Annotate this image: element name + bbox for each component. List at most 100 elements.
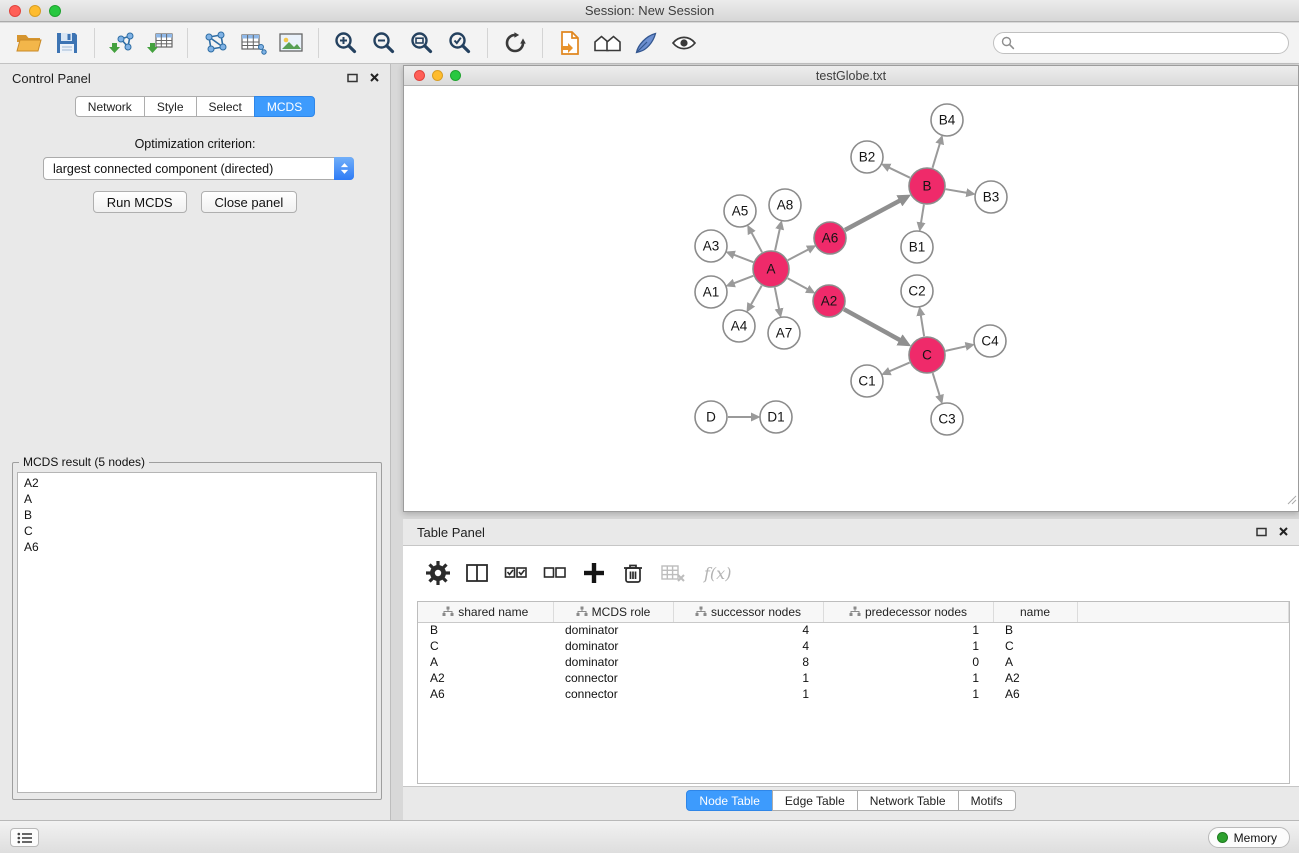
column-header-name[interactable]: name xyxy=(993,602,1077,622)
graph-node-B3[interactable]: B3 xyxy=(975,181,1007,213)
zoom-selected-button[interactable] xyxy=(441,26,479,60)
task-history-button[interactable] xyxy=(10,828,39,847)
graph-edge-A-A8[interactable] xyxy=(775,228,780,250)
zoom-fit-button[interactable] xyxy=(403,26,441,60)
delete-table-button[interactable] xyxy=(659,560,687,586)
table-row[interactable]: Adominator80A xyxy=(418,654,1289,670)
graph-node-B4[interactable]: B4 xyxy=(931,104,963,136)
table-cell[interactable]: C xyxy=(418,638,553,654)
table-row[interactable]: Bdominator41B xyxy=(418,622,1289,638)
column-header-predecessor-nodes[interactable]: predecessor nodes xyxy=(823,602,993,622)
close-network-window-button[interactable] xyxy=(414,70,425,81)
graph-edge-A-A5[interactable] xyxy=(751,232,762,252)
delete-column-button[interactable] xyxy=(620,560,646,586)
table-cell[interactable]: 1 xyxy=(673,670,823,686)
create-column-button[interactable] xyxy=(581,560,607,586)
table-cell[interactable]: 0 xyxy=(823,654,993,670)
column-header-mcds-role[interactable]: MCDS role xyxy=(553,602,673,622)
graph-node-A1[interactable]: A1 xyxy=(695,276,727,308)
run-mcds-button[interactable]: Run MCDS xyxy=(93,191,187,213)
table-cell[interactable]: dominator xyxy=(553,638,673,654)
optimization-select[interactable]: largest connected component (directed) xyxy=(43,157,354,180)
graph-node-C3[interactable]: C3 xyxy=(931,403,963,435)
tab-select[interactable]: Select xyxy=(196,96,255,117)
table-cell[interactable]: A xyxy=(993,654,1077,670)
graph-node-A[interactable]: A xyxy=(753,251,789,287)
graph-node-D1[interactable]: D1 xyxy=(760,401,792,433)
graph-edge-A-A4[interactable] xyxy=(751,286,762,306)
graph-node-B2[interactable]: B2 xyxy=(851,141,883,173)
table-cell[interactable]: 1 xyxy=(823,638,993,654)
graph-edge-C-C1[interactable] xyxy=(889,363,910,372)
graph-node-B[interactable]: B xyxy=(909,168,945,204)
table-cell[interactable]: 8 xyxy=(673,654,823,670)
table-cell[interactable]: 1 xyxy=(823,622,993,638)
zoom-in-button[interactable] xyxy=(327,26,365,60)
resize-grip-icon[interactable] xyxy=(1285,492,1297,510)
graph-edge-B-B1[interactable] xyxy=(921,205,924,224)
graph-edge-C-C4[interactable] xyxy=(946,346,967,351)
close-panel-button[interactable]: Close panel xyxy=(201,191,298,213)
table-cell[interactable]: connector xyxy=(553,670,673,686)
save-session-button[interactable] xyxy=(48,26,86,60)
table-cell[interactable]: A xyxy=(418,654,553,670)
tab-network[interactable]: Network xyxy=(75,96,145,117)
tab-network-table[interactable]: Network Table xyxy=(857,790,959,811)
network-canvas[interactable]: B4B2BB3A8A5A6B1A3AC2A1A2A4A7C4CC1C3DD1 xyxy=(404,86,1298,511)
minimize-network-window-button[interactable] xyxy=(432,70,443,81)
refresh-button[interactable] xyxy=(496,26,534,60)
minimize-window-button[interactable] xyxy=(29,5,41,17)
select-all-columns-button[interactable] xyxy=(503,560,529,586)
table-cell[interactable]: A2 xyxy=(993,670,1077,686)
export-image-button[interactable] xyxy=(272,26,310,60)
table-cell[interactable]: 1 xyxy=(823,686,993,702)
graph-edge-B-B3[interactable] xyxy=(946,189,968,193)
unselect-all-columns-button[interactable] xyxy=(542,560,568,586)
table-cell[interactable]: 1 xyxy=(823,670,993,686)
graph-edge-A-A3[interactable] xyxy=(733,255,753,263)
float-panel-icon[interactable] xyxy=(1256,527,1267,537)
graph-edge-B-B2[interactable] xyxy=(889,167,910,177)
table-settings-button[interactable] xyxy=(425,560,451,586)
close-panel-icon[interactable] xyxy=(1278,526,1289,537)
mcds-result-item[interactable]: B xyxy=(24,507,370,523)
graph-node-A4[interactable]: A4 xyxy=(723,310,755,342)
table-cell[interactable]: dominator xyxy=(553,622,673,638)
graph-edge-A6-B[interactable] xyxy=(845,200,901,230)
graph-edge-A-A6[interactable] xyxy=(788,249,809,260)
graph-node-C[interactable]: C xyxy=(909,337,945,373)
graph-edge-A-A7[interactable] xyxy=(775,288,779,310)
tab-motifs[interactable]: Motifs xyxy=(958,790,1016,811)
table-cell[interactable]: 4 xyxy=(673,622,823,638)
show-hide-button[interactable] xyxy=(665,26,703,60)
tab-edge-table[interactable]: Edge Table xyxy=(772,790,858,811)
table-row[interactable]: A6connector11A6 xyxy=(418,686,1289,702)
zoom-network-window-button[interactable] xyxy=(450,70,461,81)
graph-node-A2[interactable]: A2 xyxy=(813,285,845,317)
home-view-button[interactable] xyxy=(589,26,627,60)
table-cell[interactable]: A6 xyxy=(993,686,1077,702)
column-header-shared-name[interactable]: shared name xyxy=(418,602,553,622)
graph-edge-A-A1[interactable] xyxy=(733,276,753,284)
graph-edge-C-C3[interactable] xyxy=(933,373,940,396)
show-columns-button[interactable] xyxy=(464,560,490,586)
table-cell[interactable]: A2 xyxy=(418,670,553,686)
new-table-button[interactable] xyxy=(234,26,272,60)
table-row[interactable]: A2connector11A2 xyxy=(418,670,1289,686)
mcds-result-list[interactable]: A2ABCA6 xyxy=(17,472,377,793)
network-window-titlebar[interactable]: testGlobe.txt xyxy=(404,66,1298,86)
open-recent-file-button[interactable] xyxy=(551,26,589,60)
table-cell[interactable]: C xyxy=(993,638,1077,654)
graph-node-A8[interactable]: A8 xyxy=(769,189,801,221)
graph-edge-A-A2[interactable] xyxy=(788,278,808,289)
close-window-button[interactable] xyxy=(9,5,21,17)
graph-node-C2[interactable]: C2 xyxy=(901,275,933,307)
graph-node-C1[interactable]: C1 xyxy=(851,365,883,397)
mcds-result-item[interactable]: A2 xyxy=(24,475,370,491)
graph-edge-A2-C[interactable] xyxy=(844,309,901,340)
open-session-button[interactable] xyxy=(10,26,48,60)
import-network-button[interactable] xyxy=(103,26,141,60)
search-input[interactable] xyxy=(993,32,1289,54)
graph-edge-B-B4[interactable] xyxy=(933,143,941,168)
float-panel-icon[interactable] xyxy=(347,73,358,83)
